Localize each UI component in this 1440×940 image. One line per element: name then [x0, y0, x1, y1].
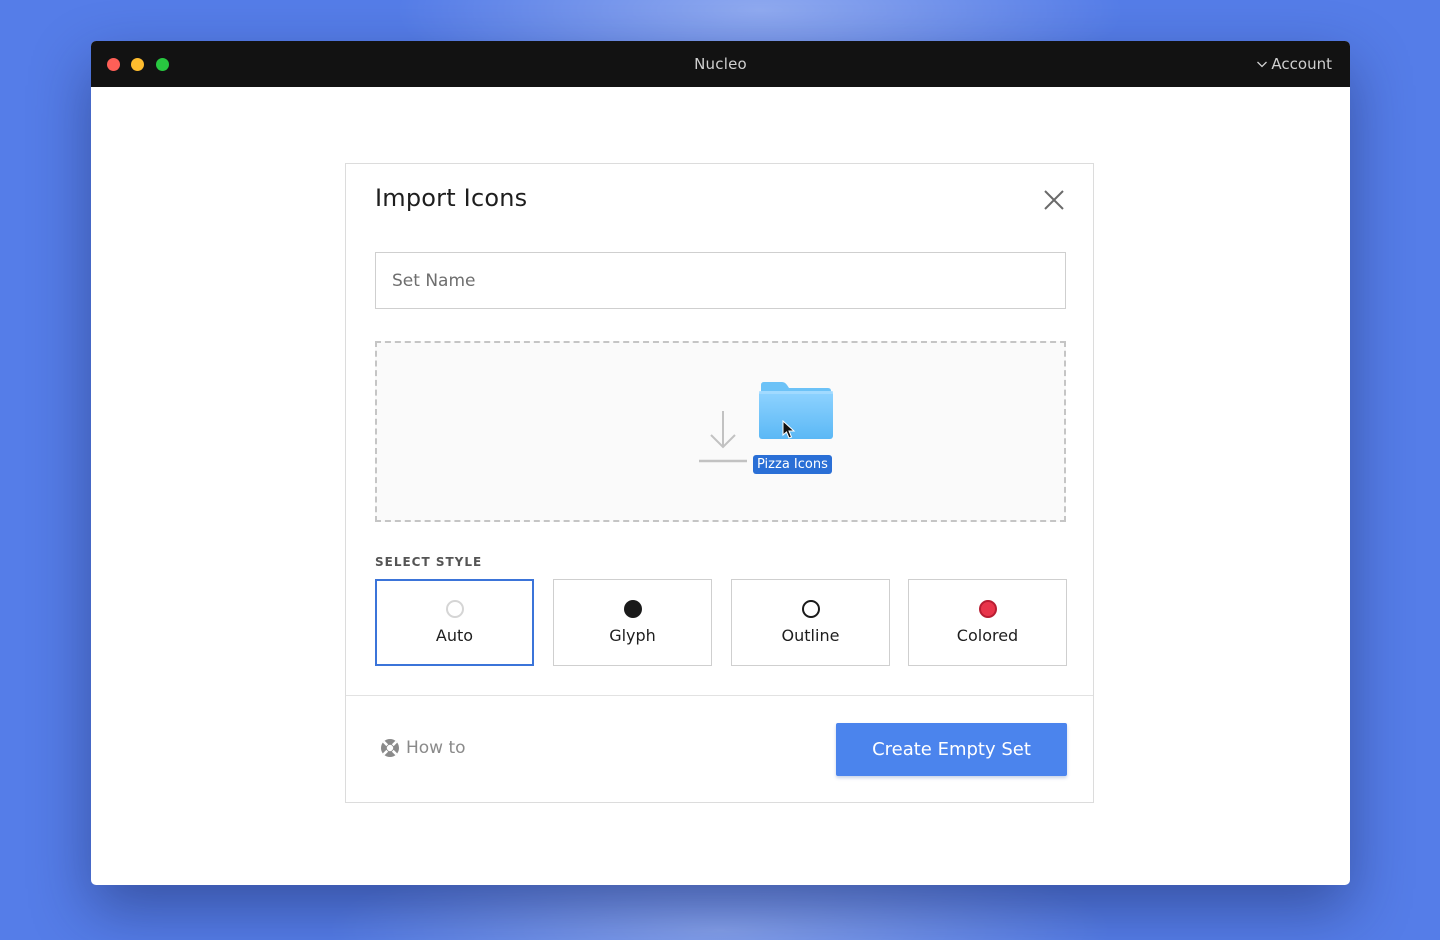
- how-to-link[interactable]: How to: [380, 738, 466, 758]
- outline-style-icon: [801, 600, 820, 618]
- cursor-icon: [782, 420, 796, 439]
- help-lifebuoy-icon: [381, 739, 399, 757]
- folder-icon[interactable]: [758, 379, 834, 441]
- folder-label: Pizza Icons: [753, 455, 832, 474]
- account-menu[interactable]: Account: [1256, 55, 1332, 73]
- select-style-label: SELECT STYLE: [375, 555, 483, 569]
- style-option-label: Colored: [956, 626, 1019, 645]
- style-option-auto[interactable]: Auto: [375, 579, 534, 666]
- colored-style-icon: [978, 600, 997, 618]
- style-option-label: Outline: [781, 626, 840, 645]
- download-icon: [699, 411, 747, 463]
- footer-divider: [346, 695, 1093, 696]
- file-dropzone[interactable]: Pizza Icons: [375, 341, 1066, 522]
- import-icons-dialog: Import Icons Pizz: [345, 163, 1094, 803]
- style-option-glyph[interactable]: Glyph: [553, 579, 712, 666]
- close-icon[interactable]: [1043, 189, 1065, 211]
- create-empty-set-button[interactable]: Create Empty Set: [836, 723, 1067, 776]
- style-option-label: Glyph: [609, 626, 656, 645]
- app-window: Nucleo Account Import Icons Set Name Piz…: [91, 41, 1350, 885]
- account-label: Account: [1271, 55, 1332, 73]
- auto-style-icon: [445, 600, 464, 618]
- how-to-label: How to: [406, 738, 466, 758]
- chevron-down-icon: [1257, 61, 1268, 68]
- set-name-input[interactable]: [375, 252, 1066, 309]
- window-title: Nucleo: [694, 55, 747, 73]
- title-bar: Nucleo Account: [91, 41, 1350, 87]
- glyph-style-icon: [623, 600, 642, 618]
- style-option-colored[interactable]: Colored: [908, 579, 1067, 666]
- style-option-label: Auto: [435, 626, 474, 645]
- dialog-title: Import Icons: [375, 184, 528, 212]
- style-option-outline[interactable]: Outline: [731, 579, 890, 666]
